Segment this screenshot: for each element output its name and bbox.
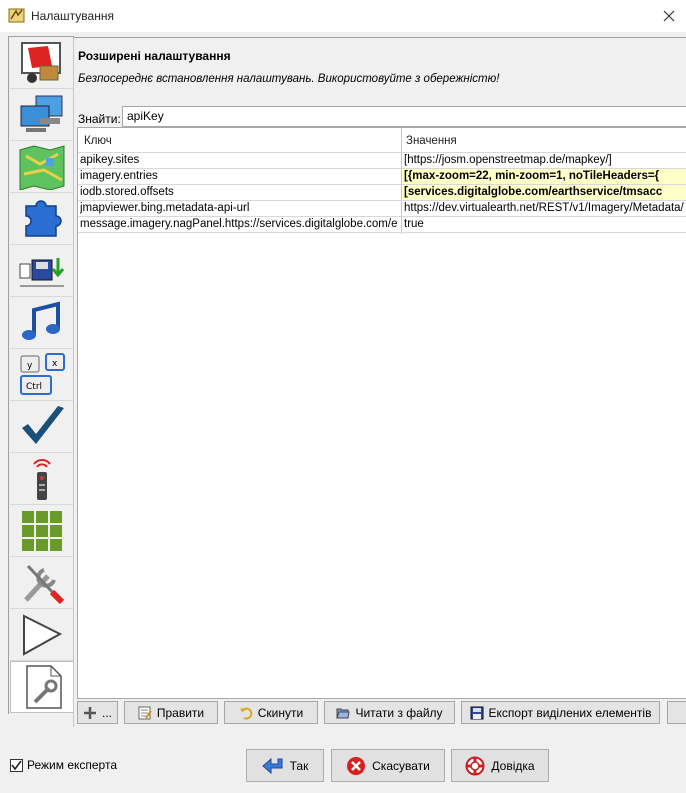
page-title: Розширені налаштування	[78, 49, 231, 63]
ok-button[interactable]: Так	[246, 749, 324, 782]
row-value-modified: [{max-zoom=22, min-zoom=1, noTileHeaders…	[402, 169, 686, 184]
cancel-icon	[347, 756, 366, 775]
export-selected-button[interactable]: Експорт виділених елементів	[461, 701, 660, 724]
more-actions-button[interactable]	[667, 701, 686, 724]
display-preferences-icon	[21, 41, 61, 83]
tab-map-paint[interactable]	[10, 609, 74, 661]
tab-shortcuts[interactable]: y x Ctrl	[10, 349, 74, 401]
expert-mode-checkbox[interactable]	[10, 758, 23, 772]
close-window-button[interactable]	[652, 2, 686, 30]
reset-button[interactable]: Скинути	[224, 701, 318, 724]
plugin-icon	[25, 199, 62, 237]
row-key: imagery.entries	[80, 170, 158, 182]
title-bar: Налаштування	[0, 0, 686, 32]
table-row[interactable]: apikey.sites [https://josm.openstreetmap…	[78, 153, 686, 169]
row-key: message.imagery.nagPanel.https://service…	[80, 218, 398, 230]
row-value: https://dev.virtualearth.net/REST/v1/Ima…	[404, 202, 684, 214]
column-header-key[interactable]: Ключ	[84, 135, 112, 147]
read-from-file-label: Читати з файлу	[355, 705, 443, 720]
table-header: Ключ Значення	[78, 128, 686, 153]
checkmark-icon	[11, 760, 22, 770]
tab-display-preferences[interactable]	[10, 37, 74, 89]
shortcuts-icon: y x Ctrl	[20, 352, 65, 395]
export-selected-label: Експорт виділених елементів	[488, 705, 652, 720]
search-label: Знайти:	[78, 112, 121, 126]
svg-text:y: y	[27, 361, 33, 371]
table-row[interactable]: jmapviewer.bing.metadata-api-url https:/…	[78, 201, 686, 217]
preferences-table[interactable]: Ключ Значення apikey.sites [https://josm…	[77, 127, 686, 699]
close-icon	[663, 10, 675, 22]
edit-button[interactable]: Правити	[124, 701, 218, 724]
advanced-preferences-panel: Розширені налаштування Безпосереднє вста…	[73, 37, 686, 727]
table-row[interactable]: imagery.entries [{max-zoom=22, min-zoom=…	[78, 169, 686, 185]
table-row[interactable]: iodb.stored.offsets [services.digitalglo…	[78, 185, 686, 201]
data-save-icon	[19, 257, 65, 286]
connection-preferences-icon	[20, 95, 63, 132]
svg-text:x: x	[52, 359, 58, 369]
save-icon	[470, 706, 484, 719]
tab-plugins[interactable]	[10, 193, 74, 245]
cancel-label: Скасувати	[372, 758, 430, 773]
reset-label: Скинути	[257, 705, 304, 720]
read-from-file-button[interactable]: Читати з файлу	[324, 701, 455, 724]
edit-icon	[138, 706, 152, 719]
ok-arrow-icon	[261, 757, 283, 774]
plus-icon	[83, 706, 96, 719]
audio-icon	[22, 300, 60, 340]
remote-control-icon	[33, 458, 51, 500]
tab-tagging-presets[interactable]	[10, 505, 74, 557]
josm-app-icon	[8, 7, 25, 24]
map-paint-icon	[23, 613, 63, 656]
table-row[interactable]: message.imagery.nagPanel.https://service…	[78, 217, 686, 233]
tab-validator[interactable]	[10, 401, 74, 453]
map-icon	[19, 144, 65, 190]
add-entry-button[interactable]: ...	[77, 701, 118, 724]
row-value: true	[404, 218, 424, 230]
folder-open-icon	[336, 708, 351, 718]
preferences-tab-strip: y x Ctrl	[8, 36, 74, 714]
ok-label: Так	[289, 758, 309, 773]
row-value: [https://josm.openstreetmap.de/mapkey/]	[404, 154, 612, 166]
search-input[interactable]: apiKey	[122, 106, 686, 127]
help-label: Довідка	[491, 758, 535, 773]
row-value-modified: [services.digitalglobe.com/earthservice/…	[402, 185, 686, 200]
tab-remote-control[interactable]	[10, 453, 74, 505]
tab-audio-settings[interactable]	[10, 297, 74, 349]
help-button[interactable]: Довідка	[451, 749, 549, 782]
svg-text:Ctrl: Ctrl	[26, 382, 42, 392]
cancel-button[interactable]: Скасувати	[331, 749, 445, 782]
expert-mode-toggle[interactable]: Режим експерта	[10, 758, 117, 772]
tools-icon	[24, 564, 65, 604]
tab-data-settings[interactable]	[10, 245, 74, 297]
tab-map-settings[interactable]	[10, 141, 74, 193]
tab-connection-preferences[interactable]	[10, 89, 74, 141]
window-title: Налаштування	[31, 9, 114, 23]
expert-mode-label: Режим експерта	[27, 758, 118, 772]
edit-label: Правити	[156, 705, 205, 720]
add-entry-label: ...	[101, 705, 112, 720]
advanced-preferences-icon	[25, 665, 62, 709]
warning-description: Безпосереднє встановлення налаштувань. В…	[78, 73, 500, 85]
tagging-presets-icon	[22, 510, 62, 551]
tab-advanced-preferences[interactable]	[10, 661, 74, 713]
row-key: iodb.stored.offsets	[80, 186, 174, 198]
row-key: apikey.sites	[80, 154, 140, 166]
tab-tools[interactable]	[10, 557, 74, 609]
row-key: jmapviewer.bing.metadata-api-url	[80, 202, 250, 214]
undo-icon	[239, 707, 253, 720]
validator-icon	[22, 405, 64, 444]
column-header-value[interactable]: Значення	[406, 135, 457, 147]
lifebuoy-help-icon	[465, 756, 485, 775]
